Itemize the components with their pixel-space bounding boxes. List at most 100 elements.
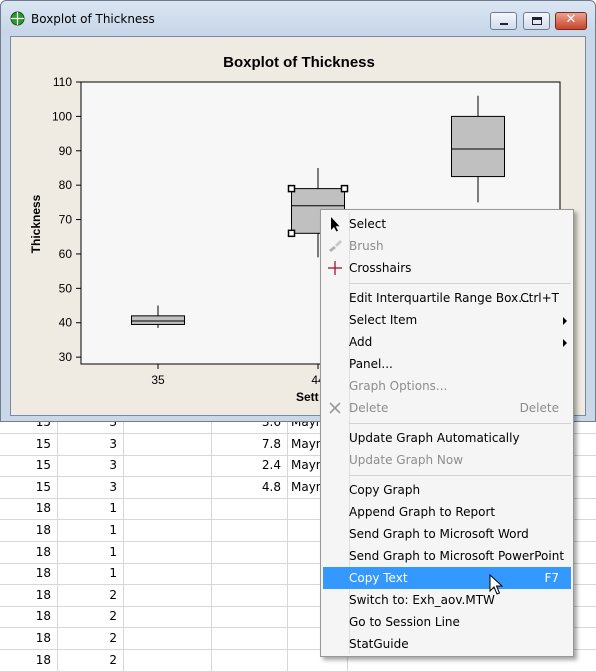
table-cell[interactable]: 1 (58, 541, 124, 564)
submenu-arrow-icon (563, 339, 567, 347)
menu-item-select[interactable]: Select (323, 213, 571, 235)
table-cell[interactable] (212, 606, 288, 629)
close-button[interactable]: ✕ (555, 12, 587, 30)
table-cell[interactable]: 18 (0, 520, 58, 542)
table-cell[interactable]: 18 (0, 563, 58, 586)
y-tick-label: 90 (59, 144, 73, 158)
menu-item-update-graph-automatically[interactable]: Update Graph Automatically (323, 427, 571, 449)
table-cell[interactable] (124, 606, 212, 629)
menu-item-label: Crosshairs (349, 261, 412, 275)
table-cell[interactable]: 18 (0, 584, 58, 607)
table-cell[interactable] (124, 649, 212, 672)
table-cell[interactable]: 4.8 (212, 476, 288, 499)
table-cell[interactable] (124, 498, 212, 521)
selection-handle[interactable] (340, 184, 349, 193)
menu-item-shortcut: Ctrl+T (520, 291, 559, 305)
table-cell[interactable]: 3 (58, 433, 124, 456)
table-cell[interactable] (212, 520, 288, 542)
menu-item-brush: Brush (323, 235, 571, 257)
menu-item-add[interactable]: Add (323, 331, 571, 353)
minimize-button[interactable] (490, 12, 517, 30)
menu-item-copy-text[interactable]: Copy Text F7 (323, 567, 571, 589)
table-cell[interactable]: 2 (58, 606, 124, 629)
submenu-arrow-icon (563, 317, 567, 325)
menu-item-crosshairs[interactable]: Crosshairs (323, 257, 571, 279)
menu-item-label: Graph Options... (349, 379, 448, 393)
minitab-graph-icon (10, 11, 25, 26)
table-cell[interactable] (124, 455, 212, 478)
delete-x-icon (327, 400, 343, 416)
table-cell[interactable]: 2 (58, 628, 124, 650)
title-bar[interactable]: Boxplot of Thickness ✕ (1, 1, 595, 35)
crosshairs-icon (327, 260, 343, 276)
selection-handle[interactable] (287, 184, 296, 193)
maximize-button[interactable] (523, 12, 550, 30)
menu-item-panel[interactable]: Panel... (323, 353, 571, 375)
table-cell[interactable] (212, 563, 288, 586)
menu-item-switch-to-exh-aov-mtw[interactable]: Switch to: Exh_aov.MTW (323, 589, 571, 611)
table-cell[interactable]: 3 (58, 455, 124, 478)
table-cell[interactable]: 15 (0, 455, 58, 478)
table-cell[interactable]: 15 (0, 433, 58, 456)
menu-item-send-graph-to-microsoft-powerpoint[interactable]: Send Graph to Microsoft PowerPoint (323, 545, 571, 567)
table-cell[interactable]: 15 (0, 476, 58, 499)
menu-item-label: Send Graph to Microsoft Word (349, 527, 529, 541)
table-cell[interactable] (124, 628, 212, 650)
menu-item-select-item[interactable]: Select Item (323, 309, 571, 331)
table-cell[interactable] (212, 541, 288, 564)
menu-item-label: Append Graph to Report (349, 505, 496, 519)
maximize-icon (532, 17, 542, 25)
table-cell[interactable]: 1 (58, 498, 124, 521)
menu-item-label: StatGuide (349, 637, 409, 651)
table-cell[interactable]: 18 (0, 541, 58, 564)
iqr-box[interactable] (451, 115, 505, 178)
selection-handle[interactable] (287, 229, 296, 238)
menu-item-label: Select Item (349, 313, 418, 327)
menu-item-append-graph-to-report[interactable]: Append Graph to Report (323, 501, 571, 523)
y-tick-label: 110 (53, 75, 72, 89)
menu-item-label: Copy Text (349, 571, 408, 585)
table-cell[interactable]: 18 (0, 606, 58, 629)
table-cell[interactable] (212, 584, 288, 607)
table-cell[interactable]: 18 (0, 498, 58, 521)
table-cell[interactable]: 2.4 (212, 455, 288, 478)
table-cell[interactable] (124, 541, 212, 564)
table-cell[interactable] (124, 520, 212, 542)
iqr-box[interactable] (131, 315, 185, 325)
table-cell[interactable]: 3 (58, 476, 124, 499)
menu-item-copy-graph[interactable]: Copy Graph (323, 479, 571, 501)
menu-item-send-graph-to-microsoft-word[interactable]: Send Graph to Microsoft Word (323, 523, 571, 545)
menu-item-label: Delete (349, 401, 389, 415)
menu-item-shortcut: Delete (519, 401, 559, 415)
y-tick-label: 50 (59, 281, 73, 295)
menu-item-go-to-session-line[interactable]: Go to Session Line (323, 611, 571, 633)
table-cell[interactable] (212, 649, 288, 672)
y-tick-label: 100 (52, 109, 72, 123)
table-cell[interactable] (124, 584, 212, 607)
menu-item-delete: Delete Delete (323, 397, 571, 419)
context-menu[interactable]: Select Brush Crosshairs Edit Interquartile … (320, 209, 574, 657)
mouse-cursor-icon (489, 574, 503, 595)
table-cell[interactable] (124, 563, 212, 586)
table-cell[interactable]: 1 (58, 563, 124, 586)
table-cell[interactable] (124, 433, 212, 456)
table-cell[interactable]: 2 (58, 584, 124, 607)
table-cell[interactable]: 1 (58, 520, 124, 542)
menu-separator (349, 475, 571, 476)
table-cell[interactable]: 2 (58, 649, 124, 672)
x-tick-label: 35 (151, 373, 165, 387)
menu-item-label: Send Graph to Microsoft PowerPoint (349, 549, 565, 563)
menu-item-statguide[interactable]: StatGuide (323, 633, 571, 655)
table-cell[interactable] (212, 498, 288, 521)
table-cell[interactable] (124, 476, 212, 499)
brush-icon (327, 238, 343, 254)
menu-item-graph-options: Graph Options... (323, 375, 571, 397)
table-cell[interactable]: 18 (0, 628, 58, 650)
table-cell[interactable]: 18 (0, 649, 58, 672)
y-axis: 30 40 50 60 70 80 90 100 110 (52, 75, 81, 364)
menu-item-edit-interquartile-range-box[interactable]: Edit Interquartile Range Box... Ctrl+T (323, 287, 571, 309)
table-cell[interactable]: 7.8 (212, 433, 288, 456)
table-cell[interactable] (212, 628, 288, 650)
y-tick-label: 60 (59, 247, 73, 261)
menu-item-label: Switch to: Exh_aov.MTW (349, 593, 495, 607)
